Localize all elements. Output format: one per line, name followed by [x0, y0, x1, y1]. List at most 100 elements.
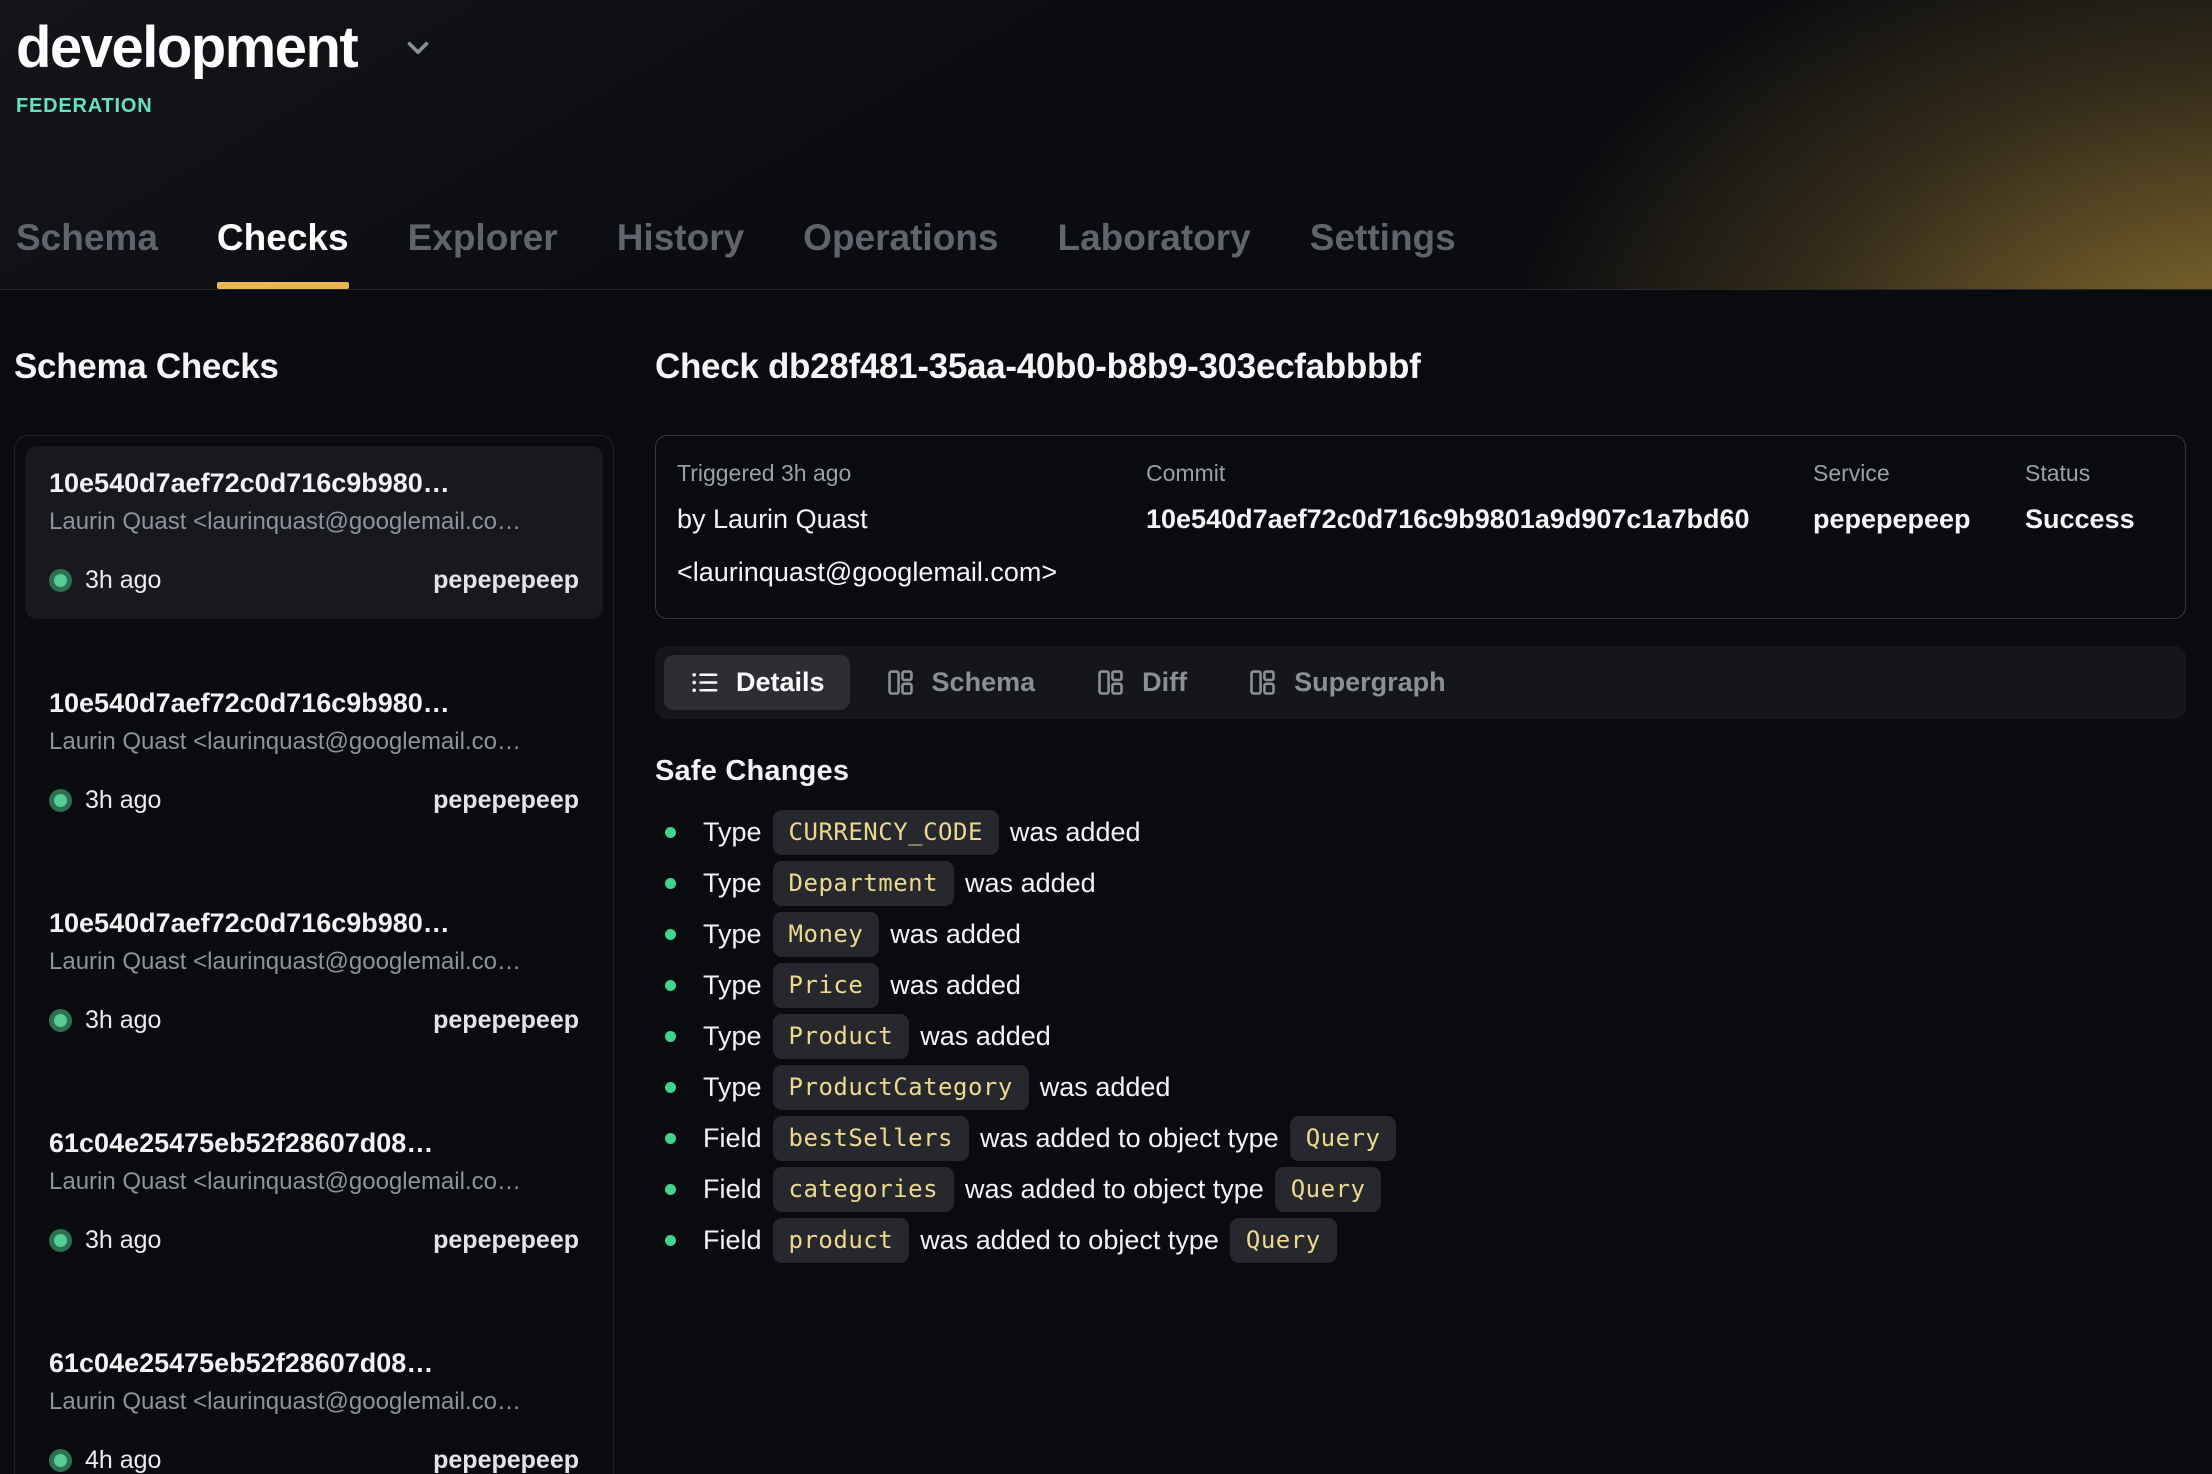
- change-prefix: Type: [703, 1021, 762, 1052]
- change-code-chip: Department: [773, 861, 955, 906]
- bullet-icon: [665, 827, 676, 838]
- check-commit-id: 61c04e25475eb52f28607d08…: [49, 1348, 579, 1379]
- check-time: 3h ago: [85, 1006, 161, 1035]
- bullet-icon: [665, 1235, 676, 1246]
- check-meta-row: 3h ago pepepepeep: [49, 1226, 579, 1255]
- change-row: Type CURRENCY_CODE was added: [655, 810, 2186, 855]
- change-row: Type Department was added: [655, 861, 2186, 906]
- check-service-name: pepepepeep: [433, 1006, 579, 1035]
- check-status-dot-icon: [49, 1449, 72, 1472]
- check-list-item[interactable]: 61c04e25475eb52f28607d08… Laurin Quast <…: [25, 1326, 603, 1474]
- bullet-icon: [665, 1184, 676, 1195]
- check-status-dot-icon: [49, 569, 72, 592]
- detail-tab-label: Details: [736, 667, 825, 698]
- change-code2-chip: Query: [1290, 1116, 1397, 1161]
- meta-commit-label: Commit: [1146, 460, 1801, 487]
- change-code2-chip: Query: [1230, 1218, 1337, 1263]
- meta-status-label: Status: [2025, 460, 2165, 487]
- change-prefix: Type: [703, 1072, 762, 1103]
- detail-tab-label: Diff: [1142, 667, 1187, 698]
- check-meta-box: Triggered 3h ago by Laurin Quast <laurin…: [655, 435, 2186, 619]
- meta-commit-value: 10e540d7aef72c0d716c9b9801a9d907c1a7bd60: [1146, 499, 1801, 540]
- bullet-icon: [665, 1082, 676, 1093]
- check-service-name: pepepepeep: [433, 1446, 579, 1474]
- check-author: Laurin Quast <laurinquast@googlemail.co…: [49, 508, 579, 536]
- bullet-icon: [665, 1133, 676, 1144]
- columns-icon: [885, 667, 916, 698]
- change-prefix: Type: [703, 919, 762, 950]
- detail-tab[interactable]: Supergraph: [1222, 655, 1471, 710]
- nav-tab[interactable]: Settings: [1310, 217, 1456, 289]
- meta-commit: Commit 10e540d7aef72c0d716c9b9801a9d907c…: [1146, 460, 1801, 592]
- change-code-chip: Product: [773, 1014, 910, 1059]
- change-suffix: was added to object type: [965, 1174, 1264, 1205]
- nav-tab[interactable]: History: [617, 217, 744, 289]
- check-author: Laurin Quast <laurinquast@googlemail.co…: [49, 1168, 579, 1196]
- meta-triggered-label: Triggered 3h ago: [677, 460, 1134, 487]
- check-list-item[interactable]: 61c04e25475eb52f28607d08… Laurin Quast <…: [25, 1106, 603, 1279]
- project-switcher: development: [16, 14, 2196, 81]
- check-author: Laurin Quast <laurinquast@googlemail.co…: [49, 728, 579, 756]
- check-list-item[interactable]: 10e540d7aef72c0d716c9b980… Laurin Quast …: [25, 886, 603, 1059]
- change-prefix: Field: [703, 1225, 762, 1256]
- list-icon: [689, 667, 720, 698]
- change-suffix: was added to object type: [980, 1123, 1279, 1154]
- detail-tab-label: Supergraph: [1294, 667, 1446, 698]
- check-list-item[interactable]: 10e540d7aef72c0d716c9b980… Laurin Quast …: [25, 446, 603, 619]
- safe-changes-list: Type CURRENCY_CODE was added Type Depart…: [655, 810, 2186, 1263]
- bullet-icon: [665, 1031, 676, 1042]
- change-prefix: Type: [703, 817, 762, 848]
- schema-checks-title: Schema Checks: [14, 347, 614, 387]
- check-author: Laurin Quast <laurinquast@googlemail.co…: [49, 948, 579, 976]
- page-header: development FEDERATION Schema Checks Exp…: [0, 0, 2212, 290]
- detail-tab[interactable]: Details: [664, 655, 850, 710]
- change-code2-chip: Query: [1275, 1167, 1382, 1212]
- change-code-chip: CURRENCY_CODE: [773, 810, 999, 855]
- meta-status: Status Success: [2025, 460, 2165, 592]
- meta-triggered: Triggered 3h ago by Laurin Quast <laurin…: [677, 460, 1134, 592]
- meta-status-value: Success: [2025, 499, 2165, 540]
- change-prefix: Field: [703, 1174, 762, 1205]
- change-code-chip: Price: [773, 963, 880, 1008]
- content-area: Schema Checks 10e540d7aef72c0d716c9b980……: [0, 290, 2212, 1474]
- nav-tab[interactable]: Checks: [217, 217, 349, 289]
- meta-triggered-by: by Laurin Quast: [677, 499, 1134, 540]
- check-detail-panel: Check db28f481-35aa-40b0-b8b9-303ecfabbb…: [655, 290, 2186, 1269]
- safe-changes-title: Safe Changes: [655, 755, 2186, 788]
- project-type-badge: FEDERATION: [16, 95, 2196, 118]
- check-time: 3h ago: [85, 566, 161, 595]
- change-row: Field product was added to object type Q…: [655, 1218, 2186, 1263]
- change-suffix: was added to object type: [920, 1225, 1219, 1256]
- nav-tab[interactable]: Explorer: [408, 217, 558, 289]
- detail-tab[interactable]: Schema: [860, 655, 1061, 710]
- check-detail-tabs: Details Schema: [655, 646, 2186, 719]
- check-detail-title: Check db28f481-35aa-40b0-b8b9-303ecfabbb…: [655, 347, 2186, 387]
- change-suffix: was added: [890, 970, 1021, 1001]
- change-code-chip: categories: [773, 1167, 955, 1212]
- check-list-item[interactable]: 10e540d7aef72c0d716c9b980… Laurin Quast …: [25, 666, 603, 839]
- columns-icon: [1247, 667, 1278, 698]
- change-code-chip: bestSellers: [773, 1116, 969, 1161]
- project-dropdown-button[interactable]: [395, 25, 441, 71]
- change-row: Type Product was added: [655, 1014, 2186, 1059]
- nav-tab[interactable]: Schema: [16, 217, 158, 289]
- nav-tab[interactable]: Operations: [803, 217, 998, 289]
- check-time: 4h ago: [85, 1446, 161, 1474]
- check-time: 3h ago: [85, 786, 161, 815]
- check-meta-row: 3h ago pepepepeep: [49, 566, 579, 595]
- check-status-dot-icon: [49, 789, 72, 812]
- meta-triggered-email: <laurinquast@googlemail.com>: [677, 552, 1134, 593]
- change-prefix: Field: [703, 1123, 762, 1154]
- change-row: Type Price was added: [655, 963, 2186, 1008]
- check-service-name: pepepepeep: [433, 786, 579, 815]
- detail-tab[interactable]: Diff: [1070, 655, 1212, 710]
- change-prefix: Type: [703, 970, 762, 1001]
- check-service-name: pepepepeep: [433, 1226, 579, 1255]
- check-commit-id: 10e540d7aef72c0d716c9b980…: [49, 688, 579, 719]
- change-row: Field bestSellers was added to object ty…: [655, 1116, 2186, 1161]
- change-code-chip: product: [773, 1218, 910, 1263]
- change-suffix: was added: [1010, 817, 1141, 848]
- change-row: Type Money was added: [655, 912, 2186, 957]
- nav-tab[interactable]: Laboratory: [1058, 217, 1251, 289]
- check-meta-row: 4h ago pepepepeep: [49, 1446, 579, 1474]
